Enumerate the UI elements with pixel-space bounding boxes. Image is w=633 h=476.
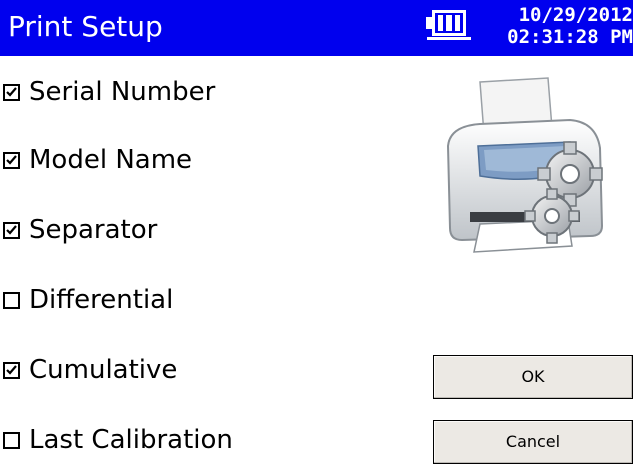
option-label: Serial Number (29, 77, 216, 107)
checkmark-icon (6, 364, 17, 375)
checkmark-icon (6, 154, 17, 165)
option-label: Separator (29, 215, 158, 245)
option-cumulative[interactable]: Cumulative (0, 350, 177, 390)
option-label: Last Calibration (29, 425, 233, 455)
differential-checkbox[interactable] (3, 291, 20, 309)
page-title: Print Setup (8, 10, 163, 43)
option-model-name[interactable]: Model Name (0, 140, 192, 180)
date-text: 10/29/2012 (518, 4, 633, 26)
option-differential[interactable]: Differential (0, 280, 173, 320)
time-text: 02:31:28 PM (507, 26, 633, 48)
date-time-display: 10/29/2012 02:31:28 PM (506, 4, 633, 48)
option-label: Cumulative (29, 355, 178, 385)
option-label: Differential (29, 285, 174, 315)
option-label: Model Name (29, 145, 193, 175)
ok-button[interactable]: OK (433, 355, 633, 399)
cumulative-checkbox[interactable] (3, 361, 20, 379)
checkmark-icon (6, 224, 17, 235)
last-calibration-checkbox[interactable] (3, 431, 20, 449)
separator-checkbox[interactable] (3, 221, 20, 239)
model-name-checkbox[interactable] (3, 151, 20, 169)
battery-underline (427, 37, 471, 40)
option-last-calibration[interactable]: Last Calibration (0, 420, 233, 460)
title-bar: Print Setup 10/29/2012 02:31:28 PM (0, 0, 633, 56)
serial-number-checkbox[interactable] (3, 83, 20, 101)
cancel-button[interactable]: Cancel (433, 420, 633, 464)
checkmark-icon (6, 86, 17, 97)
option-separator[interactable]: Separator (0, 210, 157, 250)
printer-settings-icon (446, 77, 604, 253)
battery-full-icon (432, 10, 466, 36)
option-serial-number[interactable]: Serial Number (0, 72, 215, 112)
